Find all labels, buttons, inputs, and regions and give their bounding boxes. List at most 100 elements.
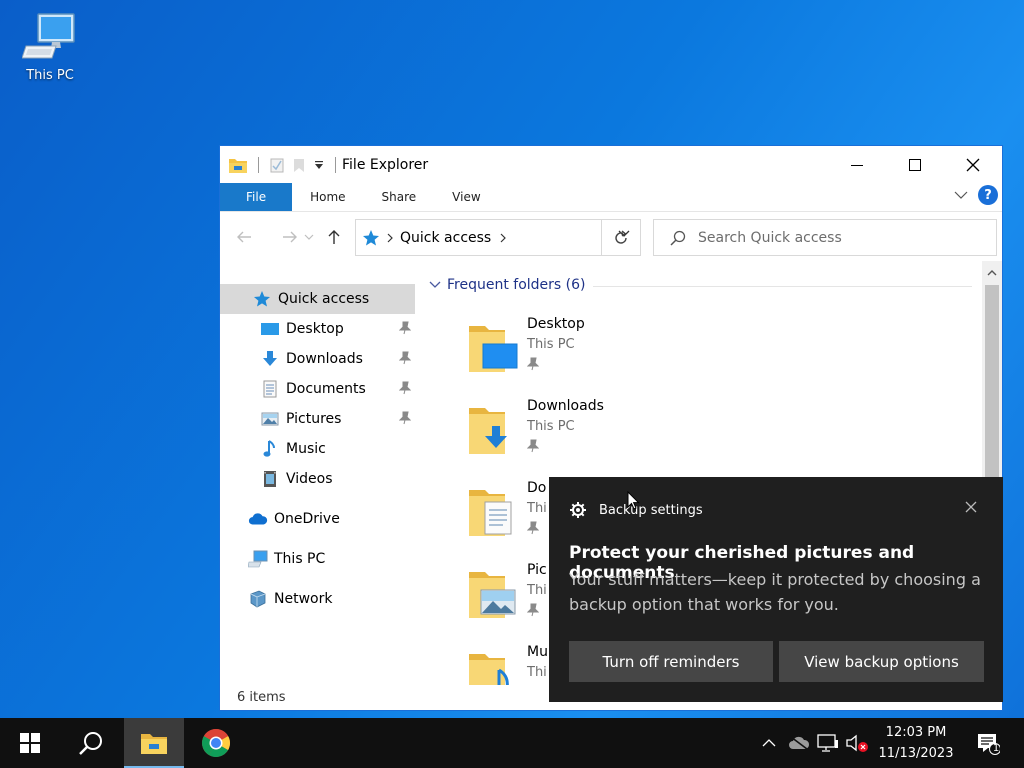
forward-button[interactable] <box>278 225 302 249</box>
nav-item-label: OneDrive <box>274 511 340 527</box>
window-title: File Explorer <box>342 156 429 173</box>
back-arrow-icon <box>237 231 251 242</box>
nav-item-desktop[interactable]: Desktop <box>220 314 415 344</box>
clock-date: 11/13/2023 <box>878 746 954 761</box>
frequent-folders-header[interactable]: Frequent folders (6) <box>429 277 586 293</box>
folder-name: Do <box>527 480 547 496</box>
folder-tile-downloads[interactable]: Downloads This PC <box>467 398 787 472</box>
forward-arrow-icon <box>283 231 297 242</box>
turn-off-reminders-button[interactable]: Turn off reminders <box>569 641 773 682</box>
windows-logo-icon <box>20 733 40 753</box>
toast-app-name: Backup settings <box>599 502 703 518</box>
nav-item-this-pc[interactable]: This PC <box>220 544 415 574</box>
nav-item-label: Pictures <box>286 411 342 427</box>
folder-location: Thi <box>527 665 547 680</box>
maximize-icon <box>909 158 921 171</box>
recent-locations-button[interactable] <box>302 225 316 249</box>
folder-tile-desktop[interactable]: Desktop This PC <box>467 316 787 390</box>
onedrive-tray-icon[interactable] <box>786 718 812 768</box>
start-button[interactable] <box>0 718 60 768</box>
gear-icon <box>570 502 586 518</box>
view-backup-options-button[interactable]: View backup options <box>779 641 984 682</box>
frequent-folders-label: Frequent folders (6) <box>447 277 586 293</box>
pin-icon <box>527 439 539 453</box>
taskbar-chrome[interactable] <box>186 718 246 768</box>
action-center-button[interactable]: 1 <box>968 718 1008 768</box>
desktop-folder-icon <box>469 326 518 372</box>
toast-close-icon[interactable] <box>965 501 977 513</box>
nav-item-quick-access[interactable]: Quick access <box>220 284 415 314</box>
pictures-folder-icon <box>469 572 516 618</box>
nav-item-music[interactable]: Music <box>220 434 415 464</box>
music-note-icon <box>260 439 280 459</box>
network-tray-icon[interactable] <box>815 718 841 768</box>
pin-icon <box>399 351 411 365</box>
taskbar-file-explorer[interactable] <box>124 718 184 768</box>
nav-item-videos[interactable]: Videos <box>220 464 415 494</box>
nav-item-pictures[interactable]: Pictures <box>220 404 415 434</box>
quick-access-toolbar <box>228 156 340 174</box>
breadcrumb-quick-access[interactable]: Quick access <box>400 230 491 246</box>
refresh-button[interactable] <box>601 219 641 256</box>
title-bar: File Explorer <box>220 146 1002 183</box>
nav-item-label: Desktop <box>286 321 344 337</box>
desktop-icon-this-pc[interactable]: This PC <box>12 10 88 83</box>
tab-view[interactable]: View <box>434 183 498 211</box>
navigation-pane: Quick access Desktop Downloads Documents… <box>220 261 417 685</box>
nav-item-label: Documents <box>286 381 366 397</box>
nav-item-label: Videos <box>286 471 333 487</box>
quick-access-star-icon <box>363 229 379 245</box>
search-input[interactable] <box>698 229 978 246</box>
show-hidden-icons-button[interactable] <box>757 718 781 768</box>
new-folder-icon[interactable] <box>291 157 307 173</box>
properties-icon[interactable] <box>269 157 285 173</box>
scroll-thumb[interactable] <box>985 285 999 485</box>
up-button[interactable] <box>322 225 346 249</box>
search-box[interactable] <box>653 219 997 256</box>
expand-ribbon-chevron-icon[interactable] <box>954 190 968 200</box>
close-button[interactable] <box>944 146 1002 183</box>
downloads-folder-icon <box>469 408 507 454</box>
help-icon[interactable]: ? <box>978 185 998 205</box>
nav-item-documents[interactable]: Documents <box>220 374 415 404</box>
breadcrumb-chevron-icon[interactable] <box>499 233 507 243</box>
tab-file[interactable]: File <box>220 183 293 211</box>
maximize-button[interactable] <box>886 146 944 183</box>
nav-item-downloads[interactable]: Downloads <box>220 344 415 374</box>
nav-item-label: Downloads <box>286 351 363 367</box>
nav-item-onedrive[interactable]: OneDrive <box>220 504 415 534</box>
folder-location: Thi <box>527 583 547 598</box>
back-button[interactable] <box>232 225 256 249</box>
search-icon <box>670 230 686 246</box>
scroll-up-arrow-icon[interactable] <box>987 269 997 277</box>
up-arrow-icon <box>328 229 340 244</box>
toolbar-separator <box>258 156 259 173</box>
close-icon <box>966 158 980 171</box>
folder-location: This PC <box>527 337 575 352</box>
volume-tray-icon[interactable] <box>844 718 870 768</box>
volume-muted-icon <box>846 734 868 752</box>
desktop-icon-label: This PC <box>26 68 74 83</box>
desktop-folder-icon <box>260 319 280 339</box>
pin-icon <box>527 603 539 617</box>
nav-item-label: Quick access <box>278 291 370 307</box>
folder-location: This PC <box>527 419 575 434</box>
taskbar-clock[interactable]: 12:03 PM 11/13/2023 <box>872 722 960 764</box>
chrome-icon <box>202 729 230 757</box>
search-icon <box>79 732 102 755</box>
video-film-icon <box>260 469 280 489</box>
tab-home[interactable]: Home <box>292 183 363 211</box>
tab-share[interactable]: Share <box>364 183 435 211</box>
customize-toolbar-chevron-icon[interactable] <box>313 159 325 171</box>
music-folder-icon <box>469 654 509 685</box>
breadcrumb-chevron-icon[interactable] <box>386 233 394 243</box>
pin-icon <box>399 411 411 425</box>
cloud-offline-icon <box>789 736 810 750</box>
nav-item-network[interactable]: Network <box>220 584 415 614</box>
folder-app-icon <box>229 158 247 173</box>
pin-icon <box>527 521 539 535</box>
search-button[interactable] <box>61 718 121 768</box>
address-bar[interactable]: Quick access <box>355 219 641 256</box>
minimize-button[interactable] <box>828 146 886 183</box>
pictures-icon <box>260 409 280 429</box>
